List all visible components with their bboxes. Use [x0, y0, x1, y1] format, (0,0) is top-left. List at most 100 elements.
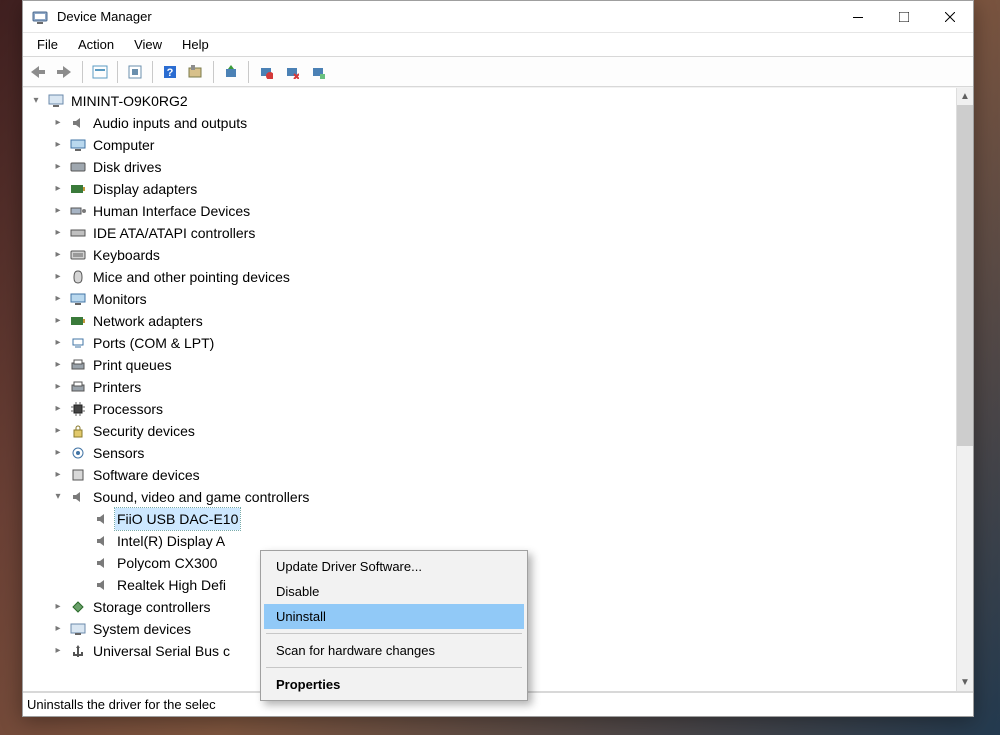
tree-item-ports[interactable]: ▸ Ports (COM & LPT) [51, 332, 954, 354]
ctx-uninstall[interactable]: Uninstall [264, 604, 524, 629]
chevron-right-icon[interactable]: ▸ [51, 644, 65, 658]
menubar: File Action View Help [23, 33, 973, 57]
ctx-disable[interactable]: Disable [264, 579, 524, 604]
port-icon [69, 335, 87, 351]
chevron-right-icon[interactable]: ▸ [51, 336, 65, 350]
chevron-down-icon[interactable]: ▾ [29, 94, 43, 108]
ctx-properties[interactable]: Properties [264, 672, 524, 697]
printer-icon [69, 379, 87, 395]
chevron-right-icon[interactable]: ▸ [51, 226, 65, 240]
tree-item-monitors[interactable]: ▸ Monitors [51, 288, 954, 310]
chevron-right-icon[interactable]: ▸ [51, 248, 65, 262]
chevron-right-icon[interactable]: ▸ [51, 204, 65, 218]
ctx-update-driver[interactable]: Update Driver Software... [264, 554, 524, 579]
tree-item-security[interactable]: ▸ Security devices [51, 420, 954, 442]
tree-item-computer[interactable]: ▸ Computer [51, 134, 954, 156]
tree-label: Disk drives [91, 156, 163, 178]
tree-item-software[interactable]: ▸ Software devices [51, 464, 954, 486]
svg-text:?: ? [167, 67, 174, 79]
minimize-button[interactable] [835, 2, 881, 32]
chevron-right-icon[interactable]: ▸ [51, 446, 65, 460]
tree-label: Print queues [91, 354, 174, 376]
scroll-up-icon[interactable]: ▲ [957, 88, 973, 105]
tree-item-sensors[interactable]: ▸ Sensors [51, 442, 954, 464]
properties-button[interactable] [123, 60, 147, 84]
tree-label: Keyboards [91, 244, 162, 266]
software-icon [69, 467, 87, 483]
tree-item-disk[interactable]: ▸ Disk drives [51, 156, 954, 178]
menu-action[interactable]: Action [68, 33, 124, 56]
menu-view[interactable]: View [124, 33, 172, 56]
display-adapter-icon [69, 181, 87, 197]
tree-item-mice[interactable]: ▸ Mice and other pointing devices [51, 266, 954, 288]
chevron-right-icon[interactable]: ▸ [51, 402, 65, 416]
tree-item-printers[interactable]: ▸ Printers [51, 376, 954, 398]
chevron-down-icon[interactable]: ▾ [51, 490, 65, 504]
chevron-right-icon[interactable]: ▸ [51, 314, 65, 328]
tree-label: FiiO USB DAC-E10 [115, 508, 240, 530]
speaker-icon [93, 533, 111, 549]
toolbar: ? [23, 57, 973, 87]
uninstall-button[interactable] [280, 60, 304, 84]
tree-label: Processors [91, 398, 165, 420]
chevron-right-icon[interactable]: ▸ [51, 138, 65, 152]
tree-label: Human Interface Devices [91, 200, 252, 222]
tree-label: MININT-O9K0RG2 [69, 90, 190, 112]
tree-item-display[interactable]: ▸ Display adapters [51, 178, 954, 200]
mouse-icon [69, 269, 87, 285]
maximize-button[interactable] [881, 2, 927, 32]
system-icon [69, 621, 87, 637]
scroll-down-icon[interactable]: ▼ [957, 674, 973, 691]
tree-label: Computer [91, 134, 156, 156]
chevron-right-icon[interactable]: ▸ [51, 292, 65, 306]
chevron-right-icon[interactable]: ▸ [51, 270, 65, 284]
back-button[interactable] [27, 60, 51, 84]
tree-label: IDE ATA/ATAPI controllers [91, 222, 257, 244]
scan-hardware-button[interactable] [184, 60, 208, 84]
chevron-right-icon[interactable]: ▸ [51, 424, 65, 438]
menu-help[interactable]: Help [172, 33, 219, 56]
close-button[interactable] [927, 2, 973, 32]
tree-item-audio[interactable]: ▸ Audio inputs and outputs [51, 112, 954, 134]
show-hidden-button[interactable] [88, 60, 112, 84]
window-title: Device Manager [57, 9, 152, 24]
tree-root[interactable]: ▾ MININT-O9K0RG2 [29, 90, 954, 112]
tree-item-keyboards[interactable]: ▸ Keyboards [51, 244, 954, 266]
chevron-right-icon[interactable]: ▸ [51, 600, 65, 614]
monitor-icon [69, 137, 87, 153]
tree-item-intel-display-audio[interactable]: ▸ Intel(R) Display A [75, 530, 954, 552]
tree-item-fiio[interactable]: ▸ FiiO USB DAC-E10 [75, 508, 954, 530]
menu-file[interactable]: File [27, 33, 68, 56]
help-button[interactable]: ? [158, 60, 182, 84]
separator [266, 667, 522, 668]
disk-icon [69, 159, 87, 175]
tree-label: Audio inputs and outputs [91, 112, 249, 134]
disable-button[interactable] [254, 60, 278, 84]
sensor-icon [69, 445, 87, 461]
chevron-right-icon[interactable]: ▸ [51, 380, 65, 394]
forward-button[interactable] [53, 60, 77, 84]
tree-item-processors[interactable]: ▸ Processors [51, 398, 954, 420]
tree-item-sound[interactable]: ▾ Sound, video and game controllers [51, 486, 954, 508]
tree-item-hid[interactable]: ▸ Human Interface Devices [51, 200, 954, 222]
hid-icon [69, 203, 87, 219]
tree-label: Realtek High Defi [115, 574, 228, 596]
tree-label: Polycom CX300 [115, 552, 219, 574]
enable-button[interactable] [306, 60, 330, 84]
chevron-right-icon[interactable]: ▸ [51, 358, 65, 372]
scroll-thumb[interactable] [957, 105, 973, 446]
update-driver-button[interactable] [219, 60, 243, 84]
tree-item-network[interactable]: ▸ Network adapters [51, 310, 954, 332]
tree-label: System devices [91, 618, 193, 640]
chevron-right-icon[interactable]: ▸ [51, 468, 65, 482]
vertical-scrollbar[interactable]: ▲ ▼ [956, 88, 973, 691]
ctx-scan-hardware[interactable]: Scan for hardware changes [264, 638, 524, 663]
separator [266, 633, 522, 634]
tree-label: Sound, video and game controllers [91, 486, 311, 508]
tree-item-ide[interactable]: ▸ IDE ATA/ATAPI controllers [51, 222, 954, 244]
chevron-right-icon[interactable]: ▸ [51, 622, 65, 636]
chevron-right-icon[interactable]: ▸ [51, 116, 65, 130]
chevron-right-icon[interactable]: ▸ [51, 160, 65, 174]
tree-item-printqueues[interactable]: ▸ Print queues [51, 354, 954, 376]
chevron-right-icon[interactable]: ▸ [51, 182, 65, 196]
